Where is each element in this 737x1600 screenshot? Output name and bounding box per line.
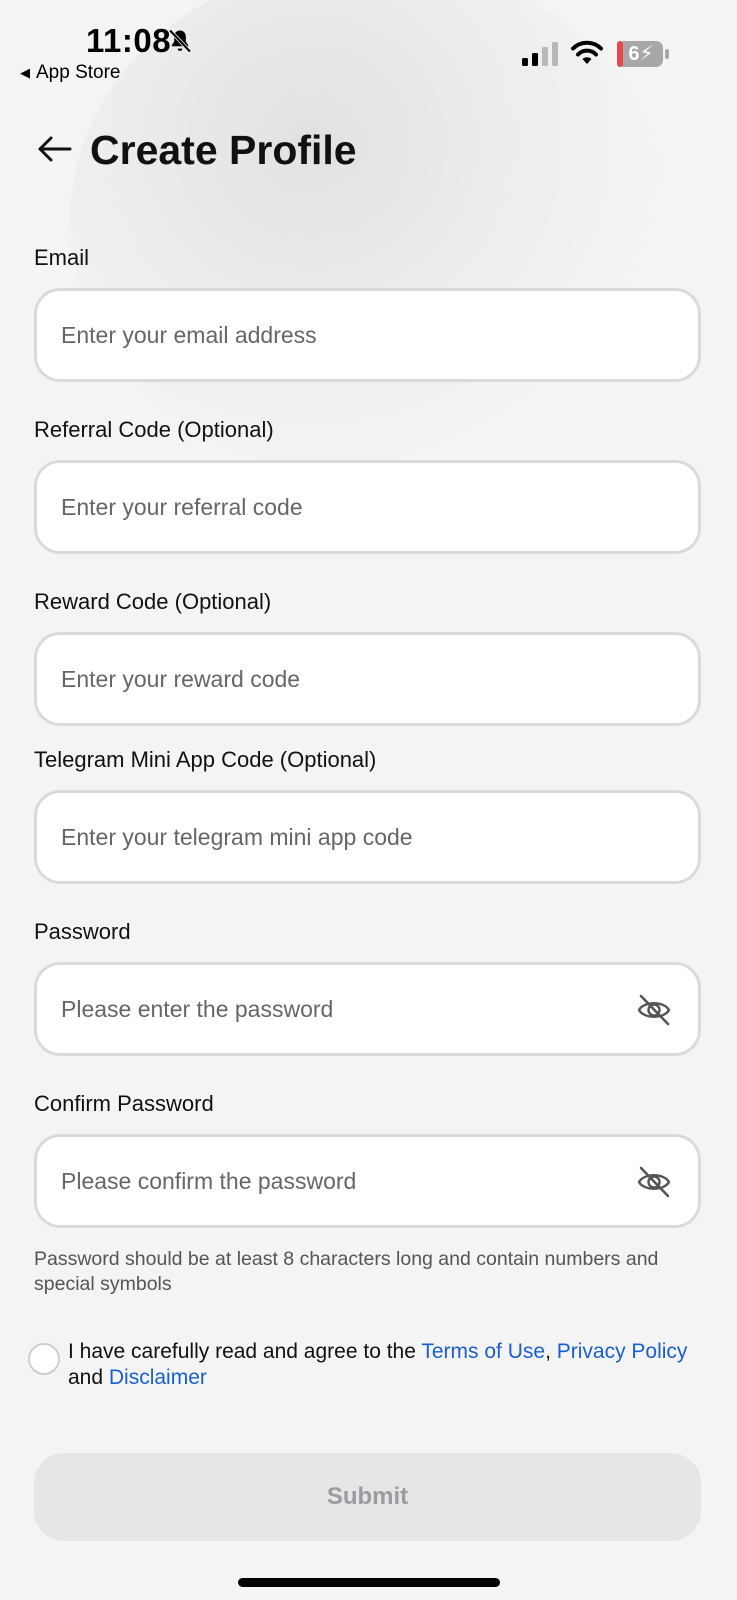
submit-button[interactable]: Submit	[34, 1453, 701, 1541]
reward-code-field-container	[34, 632, 701, 726]
agreement-and: and	[68, 1366, 109, 1389]
email-label: Email	[34, 245, 90, 270]
email-field-container	[34, 288, 701, 382]
referral-code-label: Referral Code (Optional)	[34, 417, 274, 442]
reward-code-input[interactable]	[61, 635, 621, 723]
back-triangle-icon: ◀	[20, 65, 30, 80]
disclaimer-link[interactable]: Disclaimer	[109, 1366, 207, 1389]
back-arrow-icon[interactable]	[36, 130, 74, 168]
confirm-password-label: Confirm Password	[34, 1091, 214, 1116]
referral-code-field-container	[34, 460, 701, 554]
password-label: Password	[34, 919, 131, 944]
agreement-comma: ,	[545, 1340, 557, 1363]
agree-checkbox[interactable]	[28, 1343, 60, 1375]
telegram-code-label: Telegram Mini App Code (Optional)	[34, 747, 377, 772]
terms-of-use-link[interactable]: Terms of Use	[421, 1340, 545, 1363]
home-indicator	[238, 1578, 500, 1587]
battery-level: 6⚡	[616, 40, 666, 68]
password-hint: Password should be at least 8 characters…	[34, 1248, 659, 1295]
password-field-container	[34, 962, 701, 1056]
page-title: Create Profile	[90, 127, 357, 173]
password-input[interactable]	[61, 965, 621, 1053]
charging-bolt-icon: ⚡	[639, 43, 654, 65]
reward-code-label: Reward Code (Optional)	[34, 589, 272, 614]
bell-slash-icon	[168, 29, 192, 53]
privacy-policy-link[interactable]: Privacy Policy	[557, 1340, 688, 1363]
eye-slash-icon[interactable]	[636, 1164, 672, 1200]
agreement-prefix: I have carefully read and agree to the	[68, 1340, 422, 1363]
background-decoration	[70, 0, 670, 480]
email-input[interactable]	[61, 291, 621, 379]
wifi-icon	[571, 40, 603, 64]
telegram-code-field-container	[34, 790, 701, 884]
back-app-label: App Store	[36, 62, 121, 83]
referral-code-input[interactable]	[61, 463, 621, 551]
agreement-text: I have carefully read and agree to the T…	[68, 1339, 708, 1391]
eye-slash-icon[interactable]	[636, 992, 672, 1028]
confirm-password-input[interactable]	[61, 1137, 621, 1225]
confirm-password-field-container	[34, 1134, 701, 1228]
status-time: 11:08	[86, 22, 172, 59]
back-to-app-store[interactable]: ◀ App Store	[20, 62, 121, 84]
telegram-code-input[interactable]	[61, 793, 621, 881]
battery-level-value: 6	[628, 43, 640, 65]
cellular-signal-icon	[522, 42, 558, 66]
